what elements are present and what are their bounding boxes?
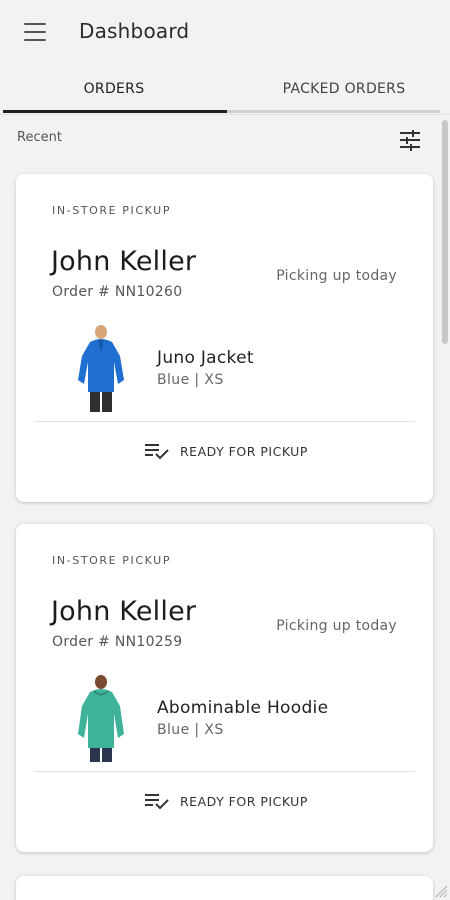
tab-indicator xyxy=(3,110,227,113)
product-name: Juno Jacket xyxy=(157,348,254,368)
card-divider xyxy=(34,771,415,772)
menu-icon[interactable] xyxy=(22,22,48,42)
top-app-bar: Dashboard xyxy=(0,0,450,66)
app-root: Dashboard ORDERS PACKED ORDERS Recent IN… xyxy=(0,0,450,900)
tab-packed-orders[interactable]: PACKED ORDERS xyxy=(228,66,450,112)
product-image xyxy=(68,322,134,414)
order-type-label: IN-STORE PICKUP xyxy=(52,554,172,567)
order-number: Order # NN10260 xyxy=(52,284,183,300)
checklist-icon xyxy=(145,794,169,810)
pickup-status: Picking up today xyxy=(276,618,397,634)
product-name: Abominable Hoodie xyxy=(157,698,329,718)
order-number: Order # NN10259 xyxy=(52,634,183,650)
tab-orders[interactable]: ORDERS xyxy=(0,66,228,112)
checklist-icon xyxy=(145,444,169,460)
order-type-label: IN-STORE PICKUP xyxy=(52,204,172,217)
tune-icon[interactable] xyxy=(398,128,422,152)
tabs-divider xyxy=(0,114,450,115)
customer-name: John Keller xyxy=(51,246,197,277)
order-card[interactable]: IN-STORE PICKUP John Keller Order # NN10… xyxy=(16,524,433,852)
product-variant: Blue | XS xyxy=(157,372,224,388)
scrollbar[interactable] xyxy=(440,116,450,900)
pickup-status: Picking up today xyxy=(276,268,397,284)
product-image xyxy=(68,672,134,764)
order-card[interactable]: IN-STORE PICKUP John Keller Order # NN10… xyxy=(16,174,433,502)
ready-for-pickup-button[interactable]: READY FOR PICKUP xyxy=(136,786,316,816)
order-card[interactable] xyxy=(16,876,433,900)
orders-list: Recent IN-STORE PICKUP John Keller Order… xyxy=(0,116,440,900)
section-label: Recent xyxy=(17,130,62,145)
ready-for-pickup-label: READY FOR PICKUP xyxy=(180,443,308,459)
customer-name: John Keller xyxy=(51,596,197,627)
scrollbar-thumb[interactable] xyxy=(442,120,448,344)
ready-for-pickup-button[interactable]: READY FOR PICKUP xyxy=(136,436,316,466)
ready-for-pickup-label: READY FOR PICKUP xyxy=(180,793,308,809)
page-title: Dashboard xyxy=(79,19,190,43)
card-divider xyxy=(34,421,415,422)
tab-track xyxy=(227,110,440,113)
resize-grip-icon xyxy=(432,880,448,898)
tab-bar: ORDERS PACKED ORDERS xyxy=(0,66,450,116)
product-variant: Blue | XS xyxy=(157,722,224,738)
